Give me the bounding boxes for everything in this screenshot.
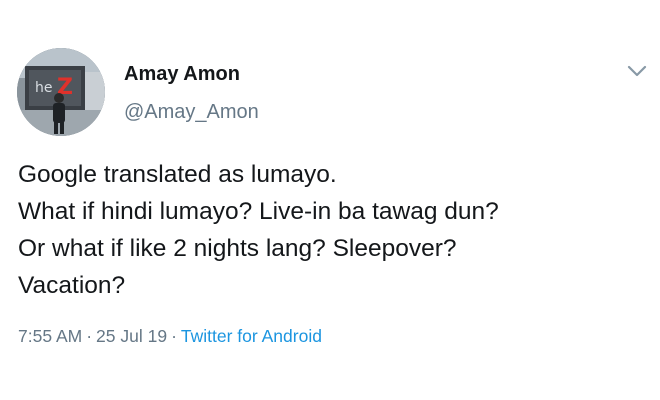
avatar[interactable]: he Z xyxy=(17,48,105,136)
tweet-text-line: Or what if like 2 nights lang? Sleepover… xyxy=(18,235,457,262)
tweet-text: Google translated as lumayo. What if hin… xyxy=(18,156,648,304)
meta-separator: · xyxy=(86,326,93,346)
svg-text:he: he xyxy=(35,80,53,96)
tweet-source-link[interactable]: Twitter for Android xyxy=(181,326,322,346)
tweet-text-line: Google translated as lumayo. xyxy=(18,161,337,188)
tweet-text-line: Vacation? xyxy=(18,272,126,299)
tweet-card: he Z Amay Amon @Amay_Amon Google transla… xyxy=(0,0,660,400)
author-handle[interactable]: @Amay_Amon xyxy=(124,101,259,124)
tweet-date[interactable]: 25 Jul 19 xyxy=(96,326,167,346)
avatar-photo: he Z xyxy=(17,48,105,136)
author-display-name[interactable]: Amay Amon xyxy=(124,63,240,86)
meta-separator: · xyxy=(171,326,177,346)
tweet-time[interactable]: 7:55 AM xyxy=(18,326,82,346)
chevron-down-icon[interactable] xyxy=(626,64,648,78)
tweet-meta: 7:55 AM · 25 Jul 19 · Twitter for Android xyxy=(18,326,322,347)
tweet-text-line: What if hindi lumayo? Live-in ba tawag d… xyxy=(18,198,499,225)
